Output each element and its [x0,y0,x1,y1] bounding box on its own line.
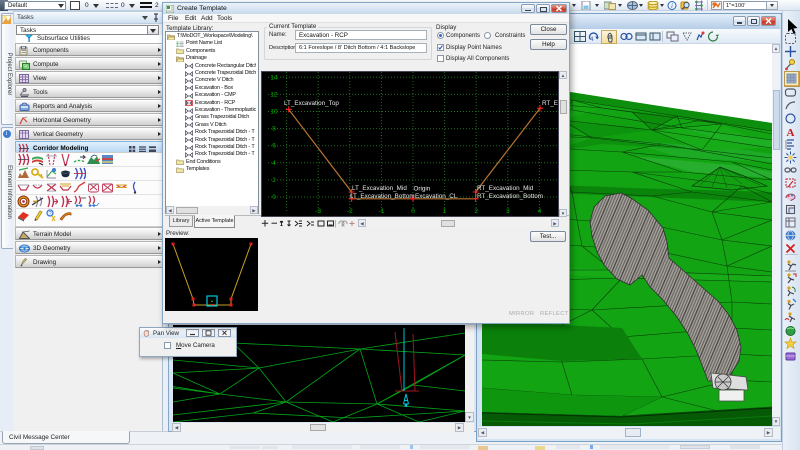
svg-text:LT_Excavation_Top: LT_Excavation_Top [284,100,339,107]
svg-text:RT_E: RT_E [542,100,558,107]
svg-text:4: 4 [272,160,276,167]
svg-text:10: 10 [270,109,278,116]
svg-text:3: 3 [506,208,510,215]
svg-text:4: 4 [538,208,542,215]
svg-text:LT_Excavation_Bottom: LT_Excavation_Bottom [350,193,415,200]
svg-text:Origin: Origin [414,186,431,193]
svg-text:-1: -1 [379,208,385,215]
svg-text:6: 6 [272,143,276,150]
svg-text:2: 2 [272,177,276,184]
svg-text:-3: -3 [315,208,321,215]
svg-text:2: 2 [474,208,478,215]
svg-text:i: i [671,2,673,10]
svg-text:0: 0 [411,208,415,215]
svg-text:A: A [787,127,795,138]
svg-text:1: 1 [443,208,447,215]
svg-text:%: % [23,64,29,69]
svg-text:Excavation_CL: Excavation_CL [415,193,458,200]
svg-text:8: 8 [272,126,276,133]
svg-text:LT_Excavation_Mid: LT_Excavation_Mid [352,185,407,192]
svg-text:RT_Excavation_Mid: RT_Excavation_Mid [477,185,534,192]
svg-text:-2: -2 [347,208,353,215]
svg-text:0: 0 [272,194,276,201]
svg-text:12: 12 [270,91,278,98]
svg-text:14: 14 [270,74,278,81]
svg-text:4: 4 [590,37,594,42]
svg-text:RT_Excavation_Bottom: RT_Excavation_Bottom [477,193,543,200]
